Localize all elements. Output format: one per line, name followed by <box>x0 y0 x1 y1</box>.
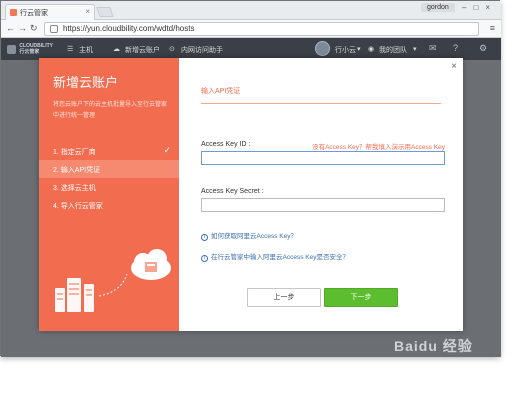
step-label: 4. 导入行云管家 <box>53 203 103 210</box>
hamburger-menu-icon[interactable]: ☰ <box>67 45 73 53</box>
favicon-icon <box>10 9 17 16</box>
access-key-secret-input[interactable] <box>201 198 445 212</box>
dialog-description: 将您云账户下的云主机批量导入至行云管家中进行统一管理 <box>53 102 168 119</box>
help-link-text: 如何获取阿里云Access Key？ <box>211 233 297 240</box>
browser-toolbar: ← → ↻ https://yun.cloudbility.com/wdtd/h… <box>1 20 501 38</box>
my-team-menu[interactable]: 我的团队 <box>379 45 407 55</box>
user-avatar[interactable] <box>315 41 330 56</box>
wizard-sidebar: 新增云账户 将您云账户下的云主机批量导入至行云管家中进行统一管理 1. 指定云厂… <box>39 58 179 331</box>
server-cloud-illustration <box>55 249 171 312</box>
app-header: CLOUDBILITY 行云管家 ☰ 主机 ☁ 新增云账户 ⊙ 内网访问助手 行小… <box>1 38 501 60</box>
new-tab-button[interactable] <box>96 7 114 17</box>
previous-button[interactable]: 上一步 <box>247 288 321 307</box>
logo-mark-icon <box>7 44 16 54</box>
cloud-icon: ☁ <box>113 46 120 53</box>
window-controls[interactable]: –□× <box>462 3 497 12</box>
add-cloud-account-link[interactable]: 新增云账户 <box>125 45 160 55</box>
lock-icon <box>50 25 58 33</box>
browser-tab[interactable]: 行云管家 × <box>5 4 95 20</box>
network-helper-link[interactable]: 内网访问助手 <box>181 45 223 55</box>
tab-close-icon[interactable]: × <box>85 7 90 16</box>
wizard-steps: 1. 指定云厂商 ✓ 2. 输入API凭证 3. 选择云主机 4. 导入行云管家 <box>39 142 179 214</box>
chevron-down-icon[interactable]: ▾ <box>413 45 417 53</box>
mail-icon[interactable]: ✉ <box>429 43 437 54</box>
step-3: 3. 选择云主机 <box>39 178 179 196</box>
settings-icon[interactable]: ⚙ <box>479 43 487 54</box>
info-icon: i <box>201 234 208 241</box>
browser-menu-icon[interactable]: ≡ <box>490 23 495 33</box>
help-link-get-key[interactable]: i 如何获取阿里云Access Key？ <box>201 230 297 241</box>
user-name[interactable]: 行小云 <box>335 45 356 55</box>
access-key-id-label: Access Key ID : <box>201 141 251 148</box>
address-bar[interactable]: https://yun.cloudbility.com/wdtd/hosts <box>44 22 479 36</box>
forward-arrow-icon[interactable]: → <box>18 23 27 33</box>
section-divider <box>201 103 441 104</box>
dialog-title: 新增云账户 <box>53 75 119 90</box>
cloudbility-logo[interactable]: CLOUDBILITY 行云管家 <box>7 43 53 55</box>
next-button[interactable]: 下一步 <box>324 288 398 307</box>
chevron-down-icon[interactable]: ▾ <box>357 45 361 53</box>
network-icon: ⊙ <box>169 46 175 53</box>
dashed-arrow <box>98 273 128 297</box>
section-title: 输入API凭证 <box>201 88 241 95</box>
demo-access-key-link[interactable]: 没有Access Key？帮我填入演示用Access Key <box>312 141 445 151</box>
add-cloud-account-dialog: 新增云账户 将您云账户下的云主机批量导入至行云管家中进行统一管理 1. 指定云厂… <box>39 58 463 331</box>
team-icon: ◉ <box>368 46 375 53</box>
info-icon: i <box>201 255 208 262</box>
cloud-icon <box>131 249 171 280</box>
step-4: 4. 导入行云管家 <box>39 196 179 214</box>
reload-icon[interactable]: ↻ <box>30 23 38 34</box>
step-label: 2. 输入API凭证 <box>53 167 101 174</box>
back-arrow-icon[interactable]: ← <box>6 23 15 33</box>
step-2: 2. 输入API凭证 <box>39 160 179 178</box>
tab-strip: 行云管家 × gordon –□× <box>1 1 501 20</box>
step-1: 1. 指定云厂商 ✓ <box>39 142 179 160</box>
step-label: 3. 选择云主机 <box>53 185 96 192</box>
nav-hosts[interactable]: 主机 <box>79 45 93 55</box>
access-key-id-input[interactable] <box>201 151 445 165</box>
tab-title: 行云管家 <box>20 10 48 17</box>
wizard-content: × 输入API凭证 Access Key ID : 没有Access Key？帮… <box>179 58 463 331</box>
access-key-secret-label: Access Key Secret : <box>201 188 264 195</box>
baidu-watermark: Baidu 经验 <box>394 338 473 354</box>
step-label: 1. 指定云厂商 <box>53 149 96 156</box>
help-link-security[interactable]: i 在行云管家中输入阿里云Access Key是否安全？ <box>201 251 349 262</box>
help-icon[interactable]: ? <box>453 43 458 53</box>
check-icon: ✓ <box>163 145 171 155</box>
address-url: https://yun.cloudbility.com/wdtd/hosts <box>63 24 195 33</box>
browser-user-badge[interactable]: gordon <box>421 3 455 12</box>
browser-window: 行云管家 × gordon –□× ← → ↻ https://yun.clou… <box>0 0 501 357</box>
logo-text: CLOUDBILITY 行云管家 <box>19 43 53 55</box>
help-link-text: 在行云管家中输入阿里云Access Key是否安全？ <box>211 254 349 261</box>
close-icon[interactable]: × <box>451 61 457 72</box>
